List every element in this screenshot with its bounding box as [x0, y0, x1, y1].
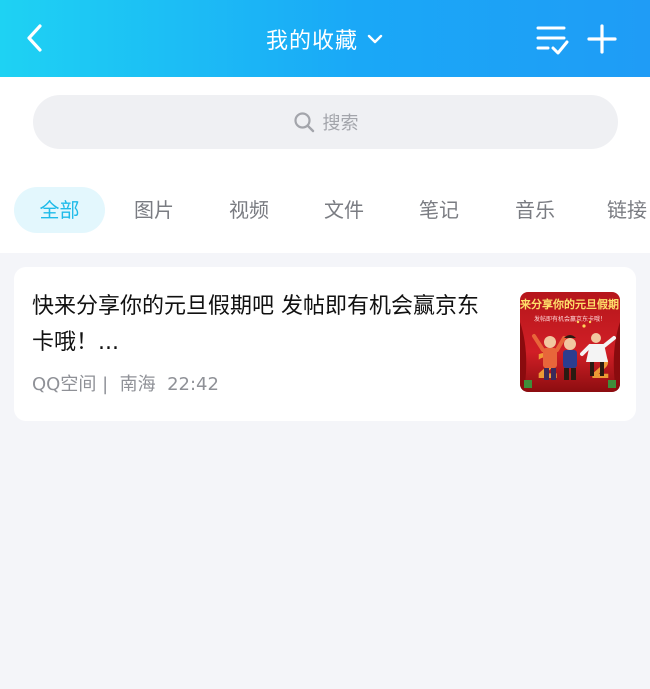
- title-bar: 我的收藏: [0, 0, 650, 77]
- category-tabs: 全部 图片 视频 文件 笔记 音乐 链接: [0, 167, 650, 253]
- meta-separator: |: [102, 374, 109, 395]
- tab-all[interactable]: 全部: [14, 187, 105, 233]
- item-author: 南海: [119, 374, 156, 395]
- item-title: 快来分享你的元旦假期吧 发帖即有机会赢京东卡哦！...: [32, 294, 479, 355]
- tab-notes[interactable]: 笔记: [393, 187, 485, 233]
- chevron-left-icon: [27, 24, 42, 52]
- tab-videos[interactable]: 视频: [203, 187, 295, 233]
- back-button[interactable]: [18, 20, 54, 56]
- item-thumbnail: 来分享你的元旦假期 发帖即有机会赢京东卡哦！ 2 2: [520, 292, 620, 392]
- search-placeholder: 搜索: [322, 113, 359, 134]
- item-source: QQ空间: [32, 374, 97, 395]
- search-area: 搜索: [0, 77, 650, 167]
- tab-files[interactable]: 文件: [298, 187, 390, 233]
- thumbnail-illustration: 2 2: [520, 320, 620, 392]
- favorite-item[interactable]: 快来分享你的元旦假期吧 发帖即有机会赢京东卡哦！... QQ空间 | 南海 22…: [14, 267, 636, 421]
- add-button[interactable]: [584, 20, 620, 58]
- search-input[interactable]: 搜索: [33, 95, 618, 149]
- tab-music[interactable]: 音乐: [489, 187, 581, 233]
- tab-links[interactable]: 链接: [607, 187, 650, 233]
- search-icon: [293, 112, 314, 133]
- chevron-down-icon: [367, 34, 383, 43]
- tab-images[interactable]: 图片: [108, 187, 200, 233]
- manage-button[interactable]: [534, 20, 572, 58]
- page-title: 我的收藏: [265, 28, 358, 54]
- item-time: 22:42: [167, 374, 219, 395]
- list-check-icon: [536, 26, 569, 55]
- plus-icon: [587, 24, 617, 54]
- item-meta: QQ空间 | 南海 22:42: [32, 370, 219, 396]
- title-dropdown[interactable]: 我的收藏: [266, 23, 384, 55]
